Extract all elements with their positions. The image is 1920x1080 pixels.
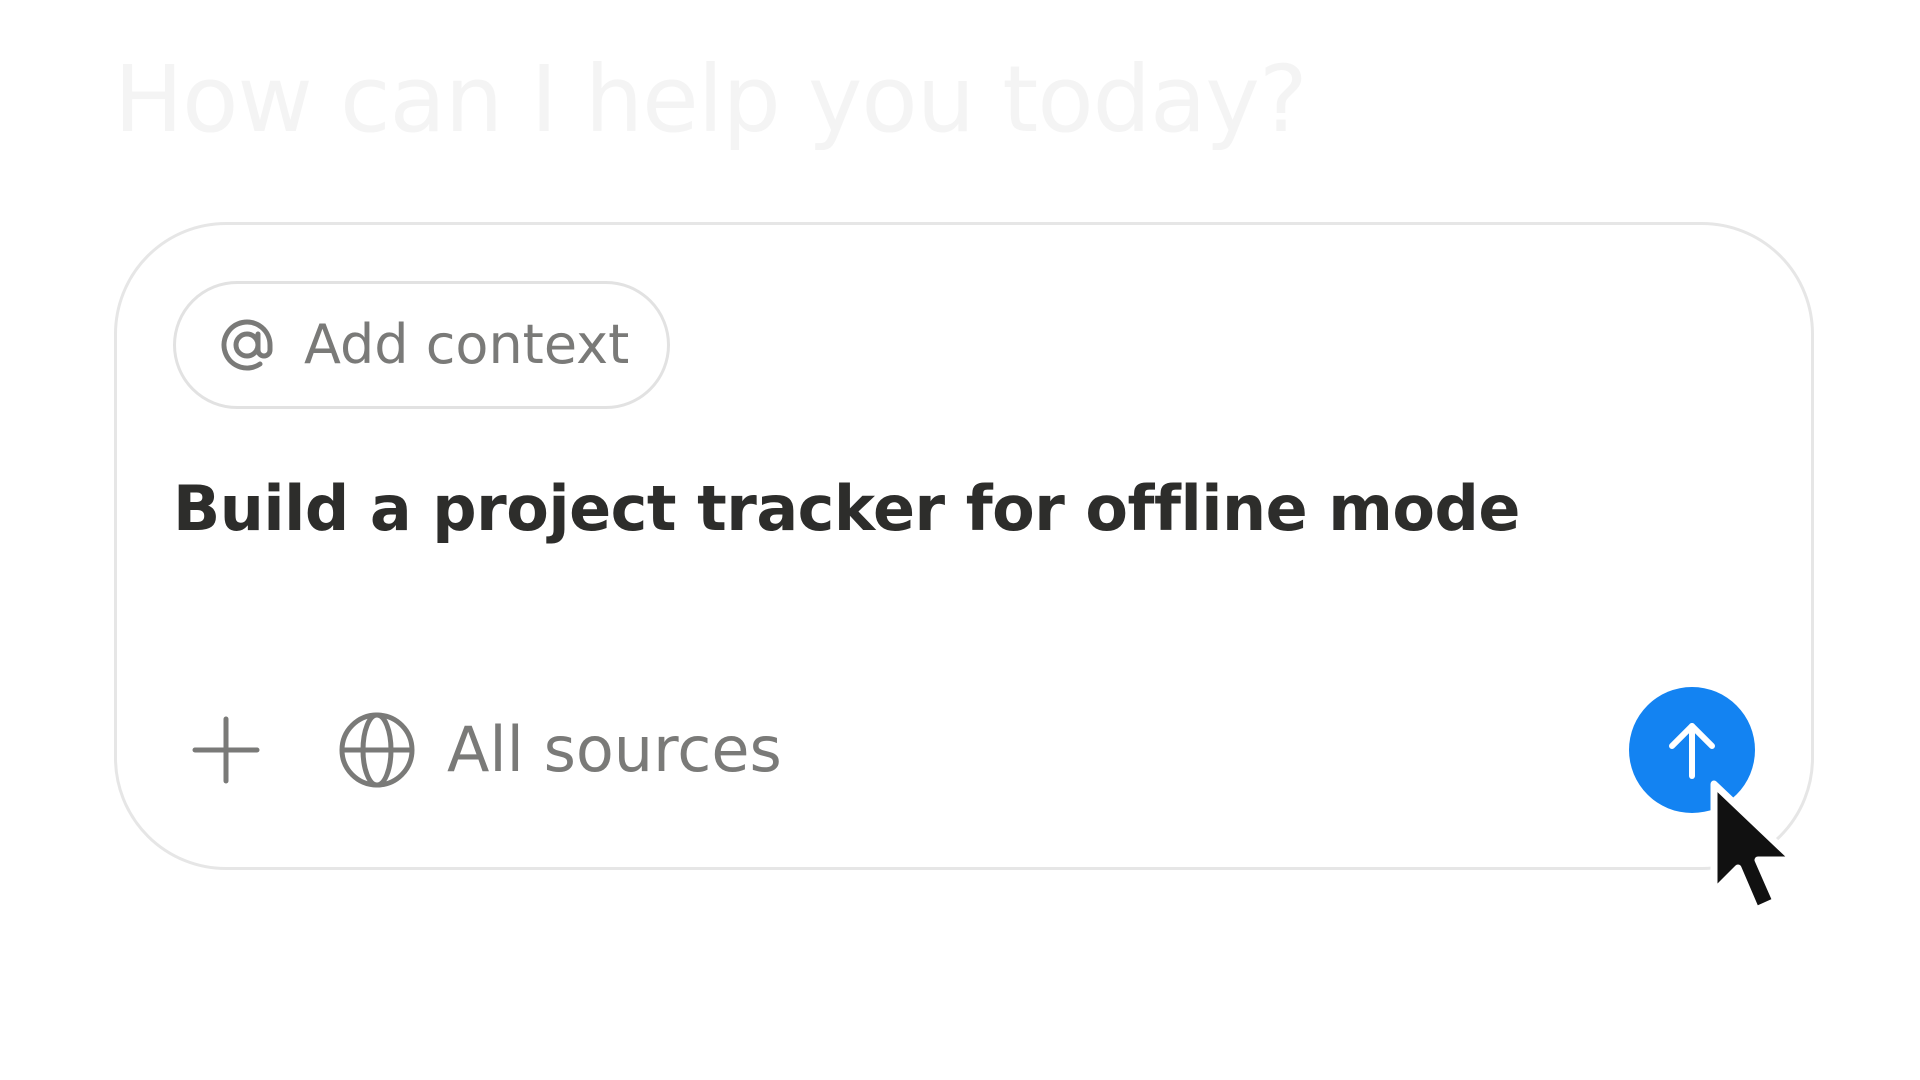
add-attachment-button[interactable] (189, 713, 263, 787)
sources-label: All sources (447, 713, 782, 786)
prompt-input[interactable]: Build a project tracker for offline mode (173, 469, 1520, 549)
sources-selector[interactable]: All sources (337, 710, 782, 790)
add-context-label: Add context (304, 313, 630, 376)
globe-icon (339, 712, 415, 788)
arrow-up-icon (1669, 723, 1715, 779)
composer-toolbar: All sources (189, 685, 782, 815)
plus-icon (192, 716, 260, 784)
chat-composer: Add context Build a project tracker for … (114, 222, 1814, 870)
page-heading: How can I help you today? (114, 46, 1308, 153)
add-context-button[interactable]: Add context (173, 281, 671, 409)
at-sign-icon (216, 314, 278, 376)
send-button[interactable] (1629, 687, 1755, 813)
